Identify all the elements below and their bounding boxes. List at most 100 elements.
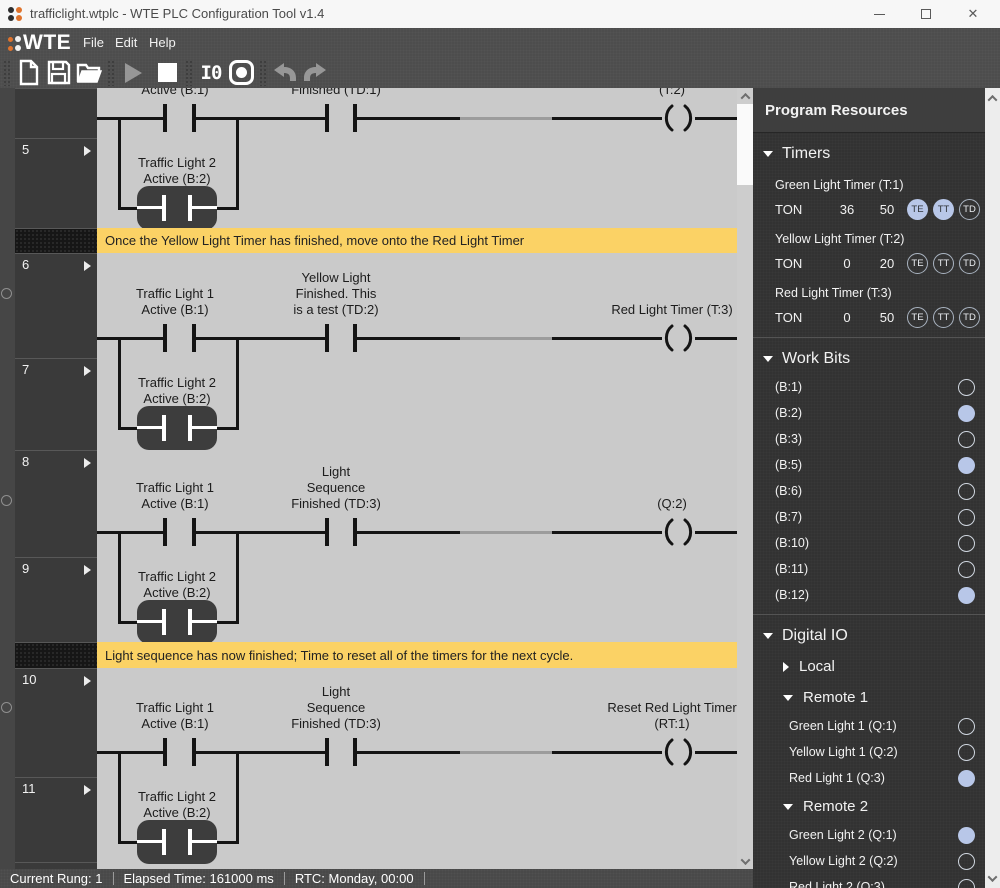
timer-flag-tt-off[interactable]: TT bbox=[933, 307, 954, 328]
bit-state-off[interactable] bbox=[958, 535, 975, 552]
menu-file[interactable]: File bbox=[83, 35, 104, 50]
bit-state-on[interactable] bbox=[958, 587, 975, 604]
no-contact-bar[interactable] bbox=[325, 324, 329, 352]
timer-flag-te-off[interactable]: TE bbox=[907, 253, 928, 274]
panel-vertical-scrollbar[interactable] bbox=[985, 88, 1000, 888]
gutter-rung-cell-10[interactable]: 10 bbox=[15, 668, 97, 777]
no-contact-bar[interactable] bbox=[192, 324, 196, 352]
io-state-on[interactable] bbox=[958, 827, 975, 844]
io-group-local[interactable]: Local bbox=[753, 651, 985, 682]
menu-edit[interactable]: Edit bbox=[115, 35, 137, 50]
scrollbar-thumb[interactable] bbox=[737, 104, 753, 185]
no-contact-bar[interactable] bbox=[163, 518, 167, 546]
rung-select-arrow-icon[interactable] bbox=[84, 366, 91, 376]
ladder-canvas[interactable]: Active (B:1)Finished (TD:1)(T:2)Traffic … bbox=[97, 88, 737, 869]
scroll-down-arrow[interactable] bbox=[737, 853, 753, 869]
no-contact-bar[interactable] bbox=[192, 104, 196, 132]
collapse-triangle-icon[interactable] bbox=[783, 695, 793, 701]
timer-flag-td-off[interactable]: TD bbox=[959, 253, 980, 274]
collapse-triangle-icon[interactable] bbox=[763, 151, 773, 157]
undo-button[interactable] bbox=[270, 59, 300, 87]
gutter-rung-cell-9[interactable]: 9 bbox=[15, 557, 97, 642]
no-contact-bar[interactable] bbox=[353, 324, 357, 352]
no-contact-bar[interactable] bbox=[163, 738, 167, 766]
section-header-work-bits[interactable]: Work Bits bbox=[753, 344, 985, 374]
io-state-off[interactable] bbox=[958, 744, 975, 761]
no-contact-bar[interactable] bbox=[192, 518, 196, 546]
panel-scroll-down-arrow[interactable] bbox=[985, 870, 1000, 886]
maximize-button[interactable] bbox=[909, 0, 943, 28]
bit-state-off[interactable] bbox=[958, 509, 975, 526]
bit-state-off[interactable] bbox=[958, 431, 975, 448]
bit-state-off[interactable] bbox=[958, 483, 975, 500]
timer-flag-td-off[interactable]: TD bbox=[959, 307, 980, 328]
record-button[interactable] bbox=[226, 59, 256, 87]
minimize-button[interactable] bbox=[862, 0, 896, 28]
highlighted-branch-contact[interactable] bbox=[137, 600, 217, 644]
timer-flag-te-off[interactable]: TE bbox=[907, 307, 928, 328]
no-contact-bar[interactable] bbox=[325, 104, 329, 132]
menu-help[interactable]: Help bbox=[149, 35, 176, 50]
gutter-rung-cell-5[interactable]: 5 bbox=[15, 138, 97, 228]
gutter-rung-cell-partial[interactable] bbox=[15, 88, 97, 138]
bit-state-on[interactable] bbox=[958, 405, 975, 422]
rung-select-arrow-icon[interactable] bbox=[84, 785, 91, 795]
gutter-rung-cell-8[interactable]: 8 bbox=[15, 450, 97, 557]
section-header-timers[interactable]: Timers bbox=[753, 139, 985, 169]
close-button[interactable]: ✕ bbox=[956, 0, 990, 28]
output-coil[interactable] bbox=[661, 737, 696, 772]
rung-comment-1[interactable]: Light sequence has now finished; Time to… bbox=[97, 642, 737, 668]
highlighted-branch-contact[interactable] bbox=[137, 820, 217, 864]
canvas-vertical-scrollbar[interactable] bbox=[737, 88, 753, 869]
collapse-triangle-icon[interactable] bbox=[763, 356, 773, 362]
new-file-button[interactable] bbox=[14, 59, 44, 87]
rung-select-arrow-icon[interactable] bbox=[84, 676, 91, 686]
no-contact-bar[interactable] bbox=[353, 518, 357, 546]
no-contact-bar[interactable] bbox=[163, 104, 167, 132]
output-coil[interactable] bbox=[661, 103, 696, 138]
bit-state-off[interactable] bbox=[958, 561, 975, 578]
gutter-rung-cell-7[interactable]: 7 bbox=[15, 358, 97, 450]
timer-flag-tt-on[interactable]: TT bbox=[933, 199, 954, 220]
section-header-digital-io[interactable]: Digital IO bbox=[753, 621, 985, 651]
no-contact-bar[interactable] bbox=[353, 104, 357, 132]
io-state-off[interactable] bbox=[958, 718, 975, 735]
bit-state-off[interactable] bbox=[958, 379, 975, 396]
timer-flag-te-on[interactable]: TE bbox=[907, 199, 928, 220]
gutter-comment-cell[interactable] bbox=[15, 228, 97, 253]
expand-triangle-icon[interactable] bbox=[783, 662, 789, 672]
highlighted-branch-contact[interactable] bbox=[137, 186, 217, 230]
rung-select-arrow-icon[interactable] bbox=[84, 458, 91, 468]
gutter-rung-cell-12[interactable]: 12 bbox=[15, 862, 97, 869]
rung-select-arrow-icon[interactable] bbox=[84, 146, 91, 156]
io-state-off[interactable] bbox=[958, 853, 975, 870]
no-contact-bar[interactable] bbox=[325, 518, 329, 546]
io-monitor-button[interactable]: I0 bbox=[196, 59, 226, 87]
collapse-triangle-icon[interactable] bbox=[783, 804, 793, 810]
collapse-triangle-icon[interactable] bbox=[763, 633, 773, 639]
rung-select-arrow-icon[interactable] bbox=[84, 261, 91, 271]
gutter-comment-cell[interactable] bbox=[15, 642, 97, 668]
scroll-up-arrow[interactable] bbox=[737, 88, 753, 104]
highlighted-branch-contact[interactable] bbox=[137, 406, 217, 450]
timer-flag-td-off[interactable]: TD bbox=[959, 199, 980, 220]
output-coil[interactable] bbox=[661, 517, 696, 552]
stop-button[interactable] bbox=[152, 59, 182, 87]
bit-state-on[interactable] bbox=[958, 457, 975, 474]
io-state-off[interactable] bbox=[958, 879, 975, 888]
redo-button[interactable] bbox=[300, 59, 330, 87]
open-file-button[interactable] bbox=[74, 59, 104, 87]
io-group-remote-2[interactable]: Remote 2 bbox=[753, 791, 985, 822]
rung-select-arrow-icon[interactable] bbox=[84, 565, 91, 575]
io-state-on[interactable] bbox=[958, 770, 975, 787]
rung-comment-0[interactable]: Once the Yellow Light Timer has finished… bbox=[97, 228, 737, 253]
gutter-rung-cell-6[interactable]: 6 bbox=[15, 253, 97, 358]
save-button[interactable] bbox=[44, 59, 74, 87]
io-group-remote-1[interactable]: Remote 1 bbox=[753, 682, 985, 713]
no-contact-bar[interactable] bbox=[163, 324, 167, 352]
gutter-rung-cell-11[interactable]: 11 bbox=[15, 777, 97, 862]
panel-scroll-up-arrow[interactable] bbox=[985, 90, 1000, 106]
no-contact-bar[interactable] bbox=[192, 738, 196, 766]
run-button[interactable] bbox=[118, 59, 148, 87]
timer-flag-tt-off[interactable]: TT bbox=[933, 253, 954, 274]
